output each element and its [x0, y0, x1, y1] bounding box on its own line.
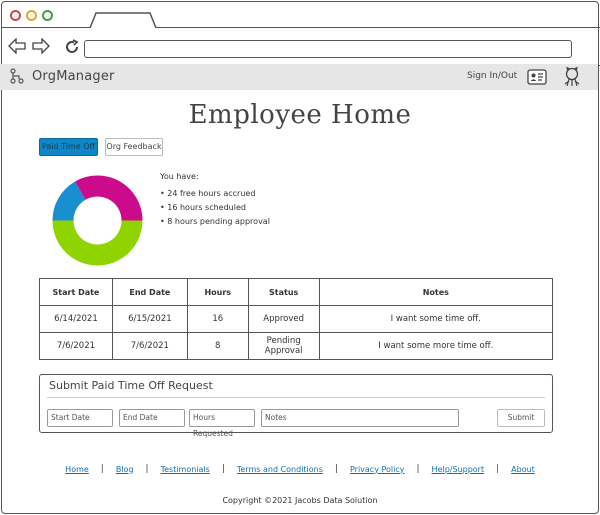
footer-link-home[interactable]: Home [65, 465, 89, 474]
column-header: Hours [186, 278, 249, 306]
footer-link-blog[interactable]: Blog [116, 465, 134, 474]
pto-summary: You have: 24 free hours accrued 16 hours… [160, 172, 270, 231]
donut-slice-accrued [52, 220, 143, 266]
tab-paid-time-off[interactable]: Paid Time Off [39, 138, 98, 156]
separator: | [145, 464, 149, 474]
cell-hours: 8 [186, 332, 249, 360]
summary-heading: You have: [160, 172, 199, 181]
browser-tab[interactable] [88, 12, 160, 28]
form-title: Submit Paid Time Off Request [49, 379, 213, 392]
title-bar [2, 2, 600, 28]
page-title: Employee Home [188, 100, 412, 130]
footer-link-privacy[interactable]: Privacy Policy [350, 465, 405, 474]
footer-link-terms[interactable]: Terms and Conditions [237, 465, 323, 474]
id-card-icon[interactable] [527, 69, 547, 85]
pto-requests-table: Start Date End Date Hours Status Notes 6… [39, 278, 554, 360]
pto-donut-chart [52, 175, 143, 266]
column-header: Status [247, 278, 320, 306]
navigation-bar [2, 28, 600, 66]
tab-org-feedback[interactable]: Org Feedback [105, 138, 163, 156]
cell-hours: 16 [186, 305, 249, 333]
footer-link-about[interactable]: About [511, 465, 535, 474]
column-header: End Date [111, 278, 188, 306]
cell-notes: I want some time off. [318, 305, 554, 333]
start-date-input[interactable]: Start Date [47, 409, 113, 427]
github-octocat-icon[interactable] [563, 67, 581, 87]
separator: | [221, 464, 225, 474]
cell-notes: I want some more time off. [318, 332, 554, 360]
footer-link-testimonials[interactable]: Testimonials [161, 465, 210, 474]
address-bar[interactable] [84, 40, 572, 58]
forward-arrow-icon[interactable] [32, 38, 50, 54]
separator: | [416, 464, 420, 474]
cell-start-date: 6/14/2021 [39, 305, 113, 333]
footer-link-help[interactable]: Help/Support [432, 465, 485, 474]
org-chart-icon [10, 68, 24, 84]
maximize-window-button[interactable] [42, 10, 53, 21]
sign-in-out-link[interactable]: Sign In/Out [467, 71, 517, 81]
cell-start-date: 7/6/2021 [39, 332, 113, 360]
table-header-row: Start Date End Date Hours Status Notes [39, 278, 554, 306]
separator: | [100, 464, 104, 474]
close-window-button[interactable] [10, 10, 21, 21]
brand[interactable]: OrgManager [10, 68, 115, 84]
form-divider [47, 397, 545, 398]
column-header: Notes [318, 278, 554, 306]
back-arrow-icon[interactable] [8, 38, 26, 54]
separator: | [496, 464, 500, 474]
table-row[interactable]: 7/6/2021 7/6/2021 8 Pending Approval I w… [39, 332, 554, 360]
notes-input[interactable]: Notes [261, 409, 459, 427]
app-header: OrgManager Sign In/Out [0, 64, 598, 90]
reload-icon[interactable] [64, 39, 80, 55]
submit-button[interactable]: Submit [497, 409, 545, 427]
summary-item: 16 hours scheduled [160, 203, 270, 212]
pto-request-form: Submit Paid Time Off Request Start Date … [39, 374, 553, 438]
hours-requested-input[interactable]: Hours Requested [189, 409, 255, 438]
brand-name: OrgManager [32, 68, 115, 84]
copyright: Copyright ©2021 Jacobs Data Solution [222, 496, 378, 505]
summary-item: 8 hours pending approval [160, 217, 270, 226]
cell-status: Approved [247, 305, 320, 333]
cell-status: Pending Approval [247, 332, 320, 360]
summary-item: 24 free hours accrued [160, 189, 270, 198]
separator: | [334, 464, 338, 474]
footer-nav: Home | Blog | Testimonials | Terms and Cond… [0, 464, 600, 474]
column-header: Start Date [39, 278, 113, 306]
donut-slice-scheduled [75, 175, 143, 221]
table-row[interactable]: 6/14/2021 6/15/2021 16 Approved I want s… [39, 305, 554, 333]
end-date-input[interactable]: End Date [119, 409, 185, 427]
cell-end-date: 7/6/2021 [111, 332, 188, 360]
cell-end-date: 6/15/2021 [111, 305, 188, 333]
minimize-window-button[interactable] [26, 10, 37, 21]
